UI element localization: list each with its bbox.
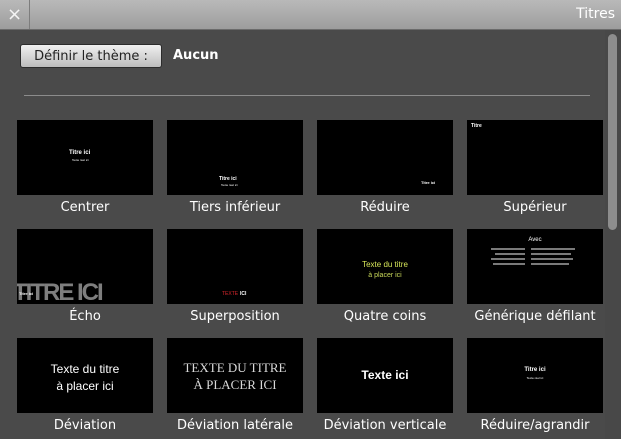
title-style-label: Centrer — [60, 200, 110, 215]
title-preview: Titre ici Texte réel ici — [467, 338, 603, 413]
title-style-label: Déviation latérale — [177, 418, 293, 433]
title-style-deviation-laterale[interactable]: TEXTE DU TITRE À PLACER ICI Déviation la… — [160, 338, 310, 433]
vertical-scrollbar[interactable] — [605, 30, 621, 439]
preview-title: Texte ici — [361, 368, 409, 382]
title-style-centrer[interactable]: Titre ici Texte réel ici Centrer — [10, 120, 160, 215]
scrollbar-thumb[interactable] — [608, 34, 617, 230]
title-preview: Texte du titre à placer ici — [17, 338, 153, 413]
title-style-superposition[interactable]: TEXTE ICI Superposition — [160, 229, 310, 324]
close-button[interactable]: × — [0, 0, 30, 29]
title-style-label: Écho — [69, 309, 101, 324]
title-style-deviation-verticale[interactable]: Texte ici Déviation verticale — [310, 338, 460, 433]
title-preview: TEXTE DU TITRE À PLACER ICI — [167, 338, 303, 413]
title-preview: TITRE ICI Titre ici — [17, 229, 153, 304]
set-theme-button[interactable]: Définir le thème : — [20, 44, 162, 68]
title-style-label: Superposition — [190, 309, 280, 324]
title-style-superieur[interactable]: Titre Supérieur — [460, 120, 610, 215]
preview-title: Titre ici — [19, 291, 34, 296]
title-style-generique-defilant[interactable]: Avec Générique défilant — [460, 229, 610, 324]
preview-title: Titre — [471, 123, 482, 129]
preview-credit-line — [531, 248, 575, 250]
preview-subtitle: À PLACER ICI — [193, 377, 277, 392]
title-style-label: Déviation verticale — [323, 418, 447, 433]
preview-title: Texte du titre — [50, 362, 120, 376]
panel-title: Titres — [576, 6, 615, 22]
preview-title: TEXTE DU TITRE — [183, 360, 287, 375]
preview-credit-line — [495, 253, 525, 255]
preview-subtitle: à placer ici — [56, 379, 114, 393]
title-style-label: Réduire — [360, 200, 410, 215]
preview-credit-line — [531, 253, 571, 255]
title-style-label: Générique défilant — [474, 309, 596, 324]
title-style-echo[interactable]: TITRE ICI Titre ici Écho — [10, 229, 160, 324]
preview-credit-line — [531, 263, 569, 265]
title-preview: Avec — [467, 229, 603, 304]
title-style-deviation[interactable]: Texte du titre à placer ici Déviation — [10, 338, 160, 433]
title-style-reduire-agrandir[interactable]: Titre ici Texte réel ici Réduire/agrandi… — [460, 338, 610, 433]
title-style-tiers-inferieur[interactable]: Titre ici Texte réel ici Tiers inférieur — [160, 120, 310, 215]
title-style-label: Réduire/agrandir — [480, 418, 590, 433]
preview-subtitle: Texte réel ici — [526, 376, 544, 380]
title-style-reduire[interactable]: Titre ici Réduire — [310, 120, 460, 215]
preview-credit-line — [491, 248, 525, 250]
preview-credit-line — [531, 258, 573, 260]
preview-title: Titre ici — [524, 367, 546, 373]
close-icon: × — [6, 4, 23, 25]
preview-credit-line — [493, 263, 525, 265]
title-style-label: Quatre coins — [343, 309, 427, 324]
title-preview: Titre ici Texte réel ici — [167, 120, 303, 195]
preview-title: Titre ici — [219, 176, 237, 182]
title-preview: Titre — [467, 120, 603, 195]
title-preview: Texte ici — [317, 338, 453, 413]
title-style-label: Tiers inférieur — [189, 200, 281, 215]
preview-title: Titre ici — [421, 180, 436, 185]
preview-title-accent: ICI — [240, 291, 247, 297]
divider — [24, 95, 590, 96]
preview-title: TEXTE — [222, 291, 239, 297]
preview-title: Avec — [528, 237, 542, 243]
title-preview: Texte du titre à placer ici — [317, 229, 453, 304]
preview-subtitle: Texte réel ici — [221, 183, 238, 187]
preview-subtitle: à placer ici — [368, 272, 402, 279]
panel-header: × Titres — [0, 0, 621, 30]
title-preview: TEXTE ICI — [167, 229, 303, 304]
title-preview: Titre ici Texte réel ici — [17, 120, 153, 195]
preview-title: Texte du titre — [362, 260, 408, 269]
title-style-quatre-coins[interactable]: Texte du titre à placer ici Quatre coins — [310, 229, 460, 324]
title-style-label: Déviation — [53, 418, 117, 433]
title-style-label: Supérieur — [503, 200, 567, 215]
preview-title: Titre ici — [69, 150, 91, 156]
title-preview: Titre ici — [317, 120, 453, 195]
theme-value: Aucun — [173, 48, 219, 63]
preview-subtitle: Texte réel ici — [72, 158, 89, 162]
preview-credit-line — [491, 258, 525, 260]
